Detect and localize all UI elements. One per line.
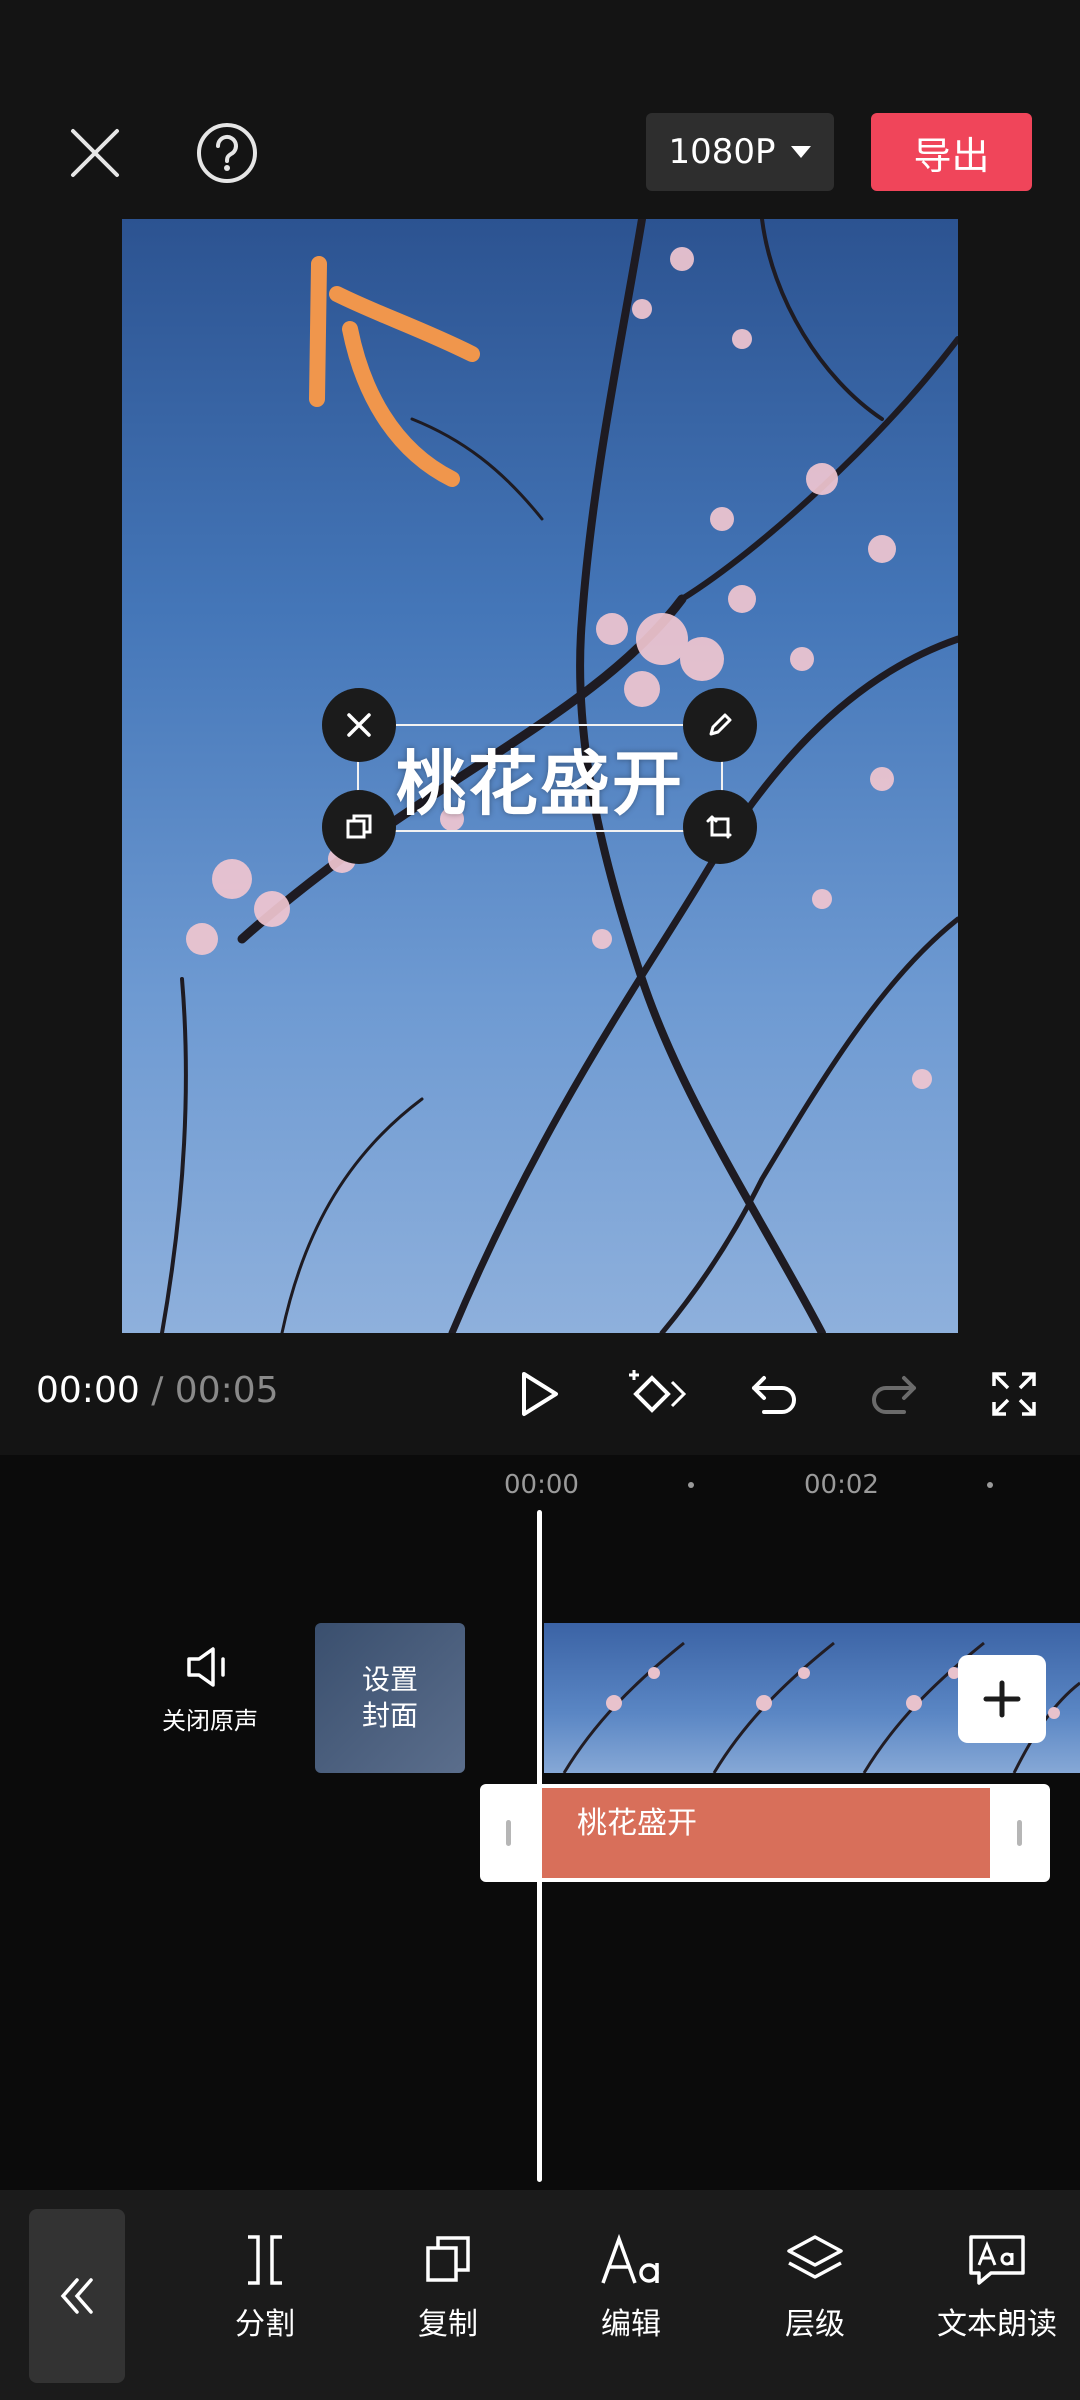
layers-icon — [787, 2235, 843, 2279]
edit-text-button[interactable] — [683, 688, 757, 762]
total-time: 00:05 — [174, 1370, 279, 1411]
copy-icon — [426, 2236, 470, 2282]
text-clip-track[interactable]: 桃花盛开 — [480, 1784, 1050, 1882]
time-display: 00:00 / 00:05 — [36, 1370, 279, 1411]
rotate-icon — [706, 815, 732, 839]
resolution-dropdown[interactable]: 1080P — [646, 113, 834, 191]
tick-dot — [688, 1482, 694, 1488]
tick-dot — [987, 1482, 993, 1488]
keyframe-button[interactable] — [622, 1364, 698, 1424]
close-icon — [347, 713, 371, 737]
text-to-speech-icon — [969, 2235, 1025, 2285]
speaker-icon — [187, 1647, 225, 1687]
keyframe-icon — [629, 1370, 687, 1413]
playhead[interactable] — [537, 1510, 542, 2182]
text-clip-label: 桃花盛开 — [577, 1806, 697, 1841]
toolbar-item-text-to-speech[interactable]: 文本朗读 — [917, 2233, 1077, 2343]
play-icon — [522, 1372, 558, 1416]
left-trim-handle[interactable] — [506, 1820, 511, 1846]
toolbar-label: 文本朗读 — [937, 2307, 1057, 2342]
mute-label: 关闭原声 — [162, 1707, 258, 1735]
toolbar-item-copy[interactable]: 复制 — [368, 2233, 528, 2343]
set-cover-button[interactable]: 设置 封面 — [315, 1623, 465, 1773]
tick-label: 00:02 — [804, 1470, 879, 1500]
fullscreen-icon — [992, 1372, 1036, 1416]
double-chevron-left-icon — [60, 2278, 93, 2314]
current-time: 00:00 — [36, 1370, 140, 1411]
caret-down-icon — [790, 146, 811, 158]
overlay-text: 桃花盛开 — [396, 742, 684, 825]
cover-label-line2: 封面 — [361, 1699, 418, 1732]
redo-button[interactable] — [864, 1364, 924, 1424]
back-collapse-button[interactable] — [29, 2209, 125, 2383]
text-overlay-box[interactable]: 桃花盛开 — [357, 724, 723, 832]
right-trim-handle[interactable] — [1017, 1820, 1022, 1846]
close-button[interactable] — [62, 120, 128, 186]
drawn-arrow-annotation — [309, 256, 480, 487]
close-icon — [71, 129, 119, 177]
tick-label: 00:00 — [504, 1470, 579, 1500]
copy-icon — [346, 814, 372, 839]
delete-text-button[interactable] — [322, 688, 396, 762]
help-icon — [197, 123, 257, 183]
undo-button[interactable] — [744, 1364, 804, 1424]
play-button[interactable] — [510, 1364, 570, 1424]
rotate-scale-button[interactable] — [683, 790, 757, 864]
redo-icon — [872, 1376, 916, 1414]
resolution-value: 1080P — [668, 132, 776, 172]
cover-label-line1: 设置 — [361, 1663, 418, 1696]
toolbar-label: 编辑 — [601, 2307, 661, 2342]
toolbar-label: 复制 — [418, 2307, 478, 2342]
help-button[interactable] — [194, 120, 260, 186]
toolbar-item-edit[interactable]: 编辑 — [551, 2233, 711, 2343]
toolbar-item-split[interactable]: 分割 — [185, 2233, 345, 2343]
add-clip-button[interactable] — [958, 1655, 1046, 1743]
time-separator: / — [151, 1370, 164, 1411]
toolbar-label: 分割 — [235, 2307, 295, 2342]
fullscreen-button[interactable] — [984, 1364, 1044, 1424]
toolbar-item-layers[interactable]: 层级 — [735, 2233, 895, 2343]
text-style-icon — [601, 2233, 659, 2284]
undo-icon — [752, 1376, 796, 1414]
split-icon — [248, 2235, 282, 2285]
toolbar-label: 层级 — [785, 2307, 845, 2342]
export-button[interactable]: 导出 — [871, 113, 1032, 191]
mute-original-audio-button[interactable]: 关闭原声 — [150, 1645, 270, 1736]
duplicate-text-button[interactable] — [322, 790, 396, 864]
pencil-icon — [709, 713, 732, 736]
plus-icon — [983, 1680, 1021, 1718]
